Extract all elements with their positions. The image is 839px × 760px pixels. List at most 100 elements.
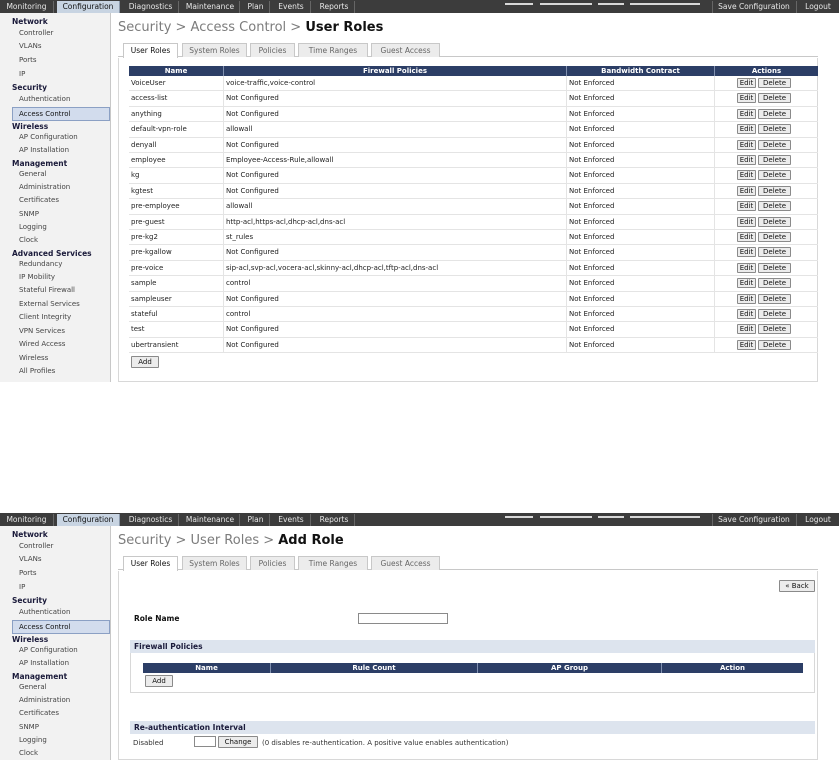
delete-button[interactable]: Delete [758, 324, 791, 335]
sidebar-item-ip[interactable]: IP [0, 68, 111, 82]
sidebar-item-all-profiles[interactable]: All Profiles [0, 365, 111, 379]
tab-user-roles[interactable]: User Roles [123, 556, 178, 571]
delete-button[interactable]: Delete [758, 339, 791, 350]
back-button[interactable]: « Back [779, 580, 815, 592]
sidebar-item-ip-mobility[interactable]: IP Mobility [0, 271, 111, 285]
sidebar-item-wired-access[interactable]: Wired Access [0, 338, 111, 352]
sidebar-item-snmp[interactable]: SNMP [0, 721, 111, 735]
tab-time-ranges[interactable]: Time Ranges [298, 43, 368, 57]
sidebar-item-access-control[interactable]: Access Control [12, 620, 110, 634]
nav-tab-plan[interactable]: Plan [242, 514, 270, 526]
reauth-interval-input[interactable] [194, 736, 216, 747]
edit-button[interactable]: Edit [737, 93, 756, 104]
edit-button[interactable]: Edit [737, 278, 756, 289]
tab-user-roles[interactable]: User Roles [123, 43, 178, 58]
edit-button[interactable]: Edit [737, 78, 756, 88]
tab-system-roles[interactable]: System Roles [182, 43, 247, 57]
nav-tab-diagnostics[interactable]: Diagnostics [123, 1, 179, 13]
nav-tab-maintenance[interactable]: Maintenance [181, 514, 240, 526]
edit-button[interactable]: Edit [737, 170, 756, 181]
sidebar-item-vpn-services[interactable]: VPN Services [0, 325, 111, 339]
sidebar-item-administration[interactable]: Administration [0, 181, 111, 195]
sidebar-item-ports[interactable]: Ports [0, 567, 111, 581]
delete-button[interactable]: Delete [758, 262, 791, 273]
save-configuration-button[interactable]: Save Configuration [712, 514, 795, 526]
edit-button[interactable]: Edit [737, 185, 756, 196]
sidebar-item-snmp[interactable]: SNMP [0, 208, 111, 222]
save-configuration-button[interactable]: Save Configuration [712, 1, 795, 13]
add-role-button[interactable]: Add [131, 356, 159, 368]
sidebar-item-ip[interactable]: IP [0, 581, 111, 595]
edit-button[interactable]: Edit [737, 139, 756, 150]
delete-button[interactable]: Delete [758, 201, 791, 212]
sidebar-item-clock[interactable]: Clock [0, 747, 111, 760]
delete-button[interactable]: Delete [758, 139, 791, 150]
nav-tab-configuration[interactable]: Configuration [57, 1, 120, 13]
change-button[interactable]: Change [218, 736, 258, 748]
nav-tab-reports[interactable]: Reports [314, 514, 355, 526]
sidebar-item-vlans[interactable]: VLANs [0, 40, 111, 54]
edit-button[interactable]: Edit [737, 108, 756, 119]
sidebar-item-client-integrity[interactable]: Client Integrity [0, 311, 111, 325]
nav-tab-events[interactable]: Events [272, 514, 311, 526]
delete-button[interactable]: Delete [758, 216, 791, 227]
edit-button[interactable]: Edit [737, 324, 756, 335]
delete-button[interactable]: Delete [758, 170, 791, 181]
edit-button[interactable]: Edit [737, 309, 756, 319]
sidebar-item-access-control[interactable]: Access Control [12, 107, 110, 121]
sidebar-item-external-services[interactable]: External Services [0, 298, 111, 312]
delete-button[interactable]: Delete [758, 247, 791, 258]
sidebar-item-general[interactable]: General [0, 681, 111, 695]
sidebar-item-general[interactable]: General [0, 168, 111, 182]
delete-button[interactable]: Delete [758, 309, 791, 319]
fp-add-button[interactable]: Add [145, 675, 173, 687]
edit-button[interactable]: Edit [737, 262, 756, 273]
sidebar-item-stateful-firewall[interactable]: Stateful Firewall [0, 284, 111, 298]
nav-tab-events[interactable]: Events [272, 1, 311, 13]
sidebar-item-ap-configuration[interactable]: AP Configuration [0, 644, 111, 658]
sidebar-item-authentication[interactable]: Authentication [0, 93, 111, 107]
nav-tab-monitoring[interactable]: Monitoring [0, 1, 54, 13]
edit-button[interactable]: Edit [737, 339, 756, 350]
delete-button[interactable]: Delete [758, 185, 791, 196]
sidebar-item-logging[interactable]: Logging [0, 221, 111, 235]
sidebar-item-redundancy[interactable]: Redundancy [0, 258, 111, 272]
tab-system-roles[interactable]: System Roles [182, 556, 247, 570]
sidebar-item-vlans[interactable]: VLANs [0, 553, 111, 567]
tab-policies[interactable]: Policies [250, 43, 295, 57]
sidebar-item-authentication[interactable]: Authentication [0, 606, 111, 620]
edit-button[interactable]: Edit [737, 124, 756, 135]
nav-tab-diagnostics[interactable]: Diagnostics [123, 514, 179, 526]
logout-button[interactable]: Logout [796, 1, 839, 13]
edit-button[interactable]: Edit [737, 293, 756, 304]
delete-button[interactable]: Delete [758, 155, 791, 165]
edit-button[interactable]: Edit [737, 232, 756, 242]
edit-button[interactable]: Edit [737, 247, 756, 258]
sidebar-item-administration[interactable]: Administration [0, 694, 111, 708]
delete-button[interactable]: Delete [758, 108, 791, 119]
delete-button[interactable]: Delete [758, 232, 791, 242]
edit-button[interactable]: Edit [737, 155, 756, 165]
sidebar-item-certificates[interactable]: Certificates [0, 194, 111, 208]
sidebar-item-ap-installation[interactable]: AP Installation [0, 144, 111, 158]
sidebar-item-wireless[interactable]: Wireless [0, 352, 111, 366]
delete-button[interactable]: Delete [758, 293, 791, 304]
tab-policies[interactable]: Policies [250, 556, 295, 570]
nav-tab-plan[interactable]: Plan [242, 1, 270, 13]
delete-button[interactable]: Delete [758, 78, 791, 88]
nav-tab-monitoring[interactable]: Monitoring [0, 514, 54, 526]
sidebar-item-controller[interactable]: Controller [0, 27, 111, 41]
nav-tab-configuration[interactable]: Configuration [57, 514, 120, 526]
role-name-input[interactable] [358, 613, 448, 624]
sidebar-item-ports[interactable]: Ports [0, 54, 111, 68]
sidebar-item-controller[interactable]: Controller [0, 540, 111, 554]
sidebar-item-logging[interactable]: Logging [0, 734, 111, 748]
delete-button[interactable]: Delete [758, 124, 791, 135]
sidebar-item-ap-installation[interactable]: AP Installation [0, 657, 111, 671]
nav-tab-maintenance[interactable]: Maintenance [181, 1, 240, 13]
tab-guest-access[interactable]: Guest Access [371, 43, 440, 57]
tab-time-ranges[interactable]: Time Ranges [298, 556, 368, 570]
edit-button[interactable]: Edit [737, 201, 756, 212]
logout-button[interactable]: Logout [796, 514, 839, 526]
delete-button[interactable]: Delete [758, 278, 791, 289]
